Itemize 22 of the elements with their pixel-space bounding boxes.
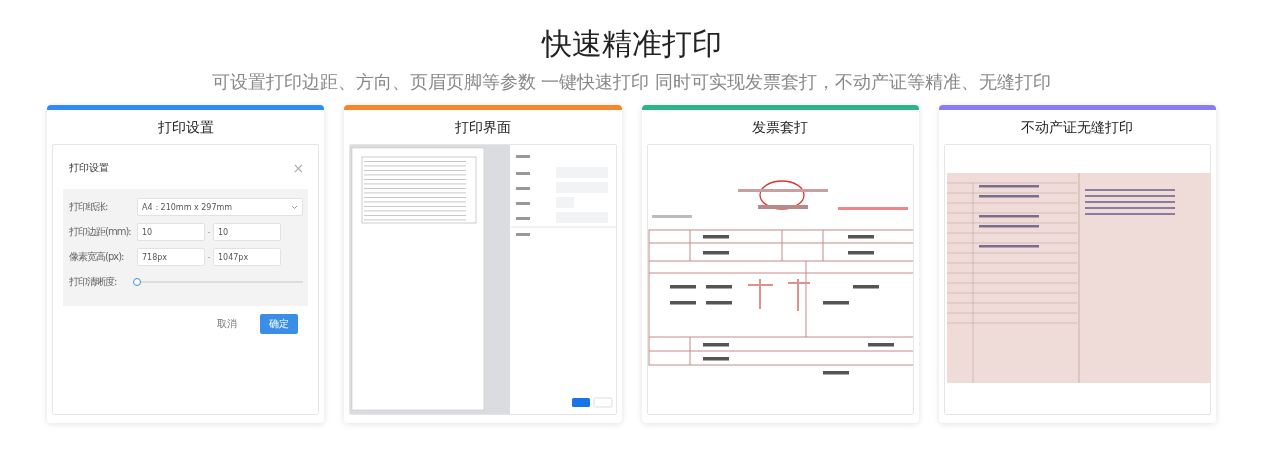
page-title: 快速精准打印 [541, 25, 722, 63]
card-title: 不动产证无缝打印 [1020, 118, 1135, 137]
input-field[interactable]: 10 [137, 223, 205, 241]
field-label: 像素宽高(px): [69, 250, 125, 264]
input-field[interactable]: 718px [137, 248, 205, 266]
dialog-title: 打印设置 [69, 161, 109, 175]
chevron-down-icon [291, 204, 298, 210]
cancel-button[interactable]: 取消 [208, 314, 247, 334]
select-value: A4：210mm x 297mm [142, 201, 233, 213]
field-label: 打印纸张: [69, 200, 109, 214]
slider-thumb[interactable] [133, 278, 141, 286]
paper-select[interactable]: A4：210mm x 297mm [137, 198, 303, 216]
input-field[interactable]: 1047px [213, 248, 281, 266]
card-title: 打印设置 [156, 118, 215, 137]
range-separator: - [206, 227, 212, 237]
card-title: 发票套打 [751, 118, 810, 137]
page-subtitle: 可设置打印边距、方向、页眉页脚等参数 一键快速打印 同时可实现发票套打，不动产证等精准、无缝打印 [211, 70, 1052, 94]
field-label: 打印清晰度: [69, 275, 118, 289]
card-title: 打印界面 [453, 118, 512, 137]
range-separator: - [206, 252, 212, 262]
input-field[interactable]: 10 [213, 223, 281, 241]
field-label: 打印边距(mm): [69, 225, 132, 239]
